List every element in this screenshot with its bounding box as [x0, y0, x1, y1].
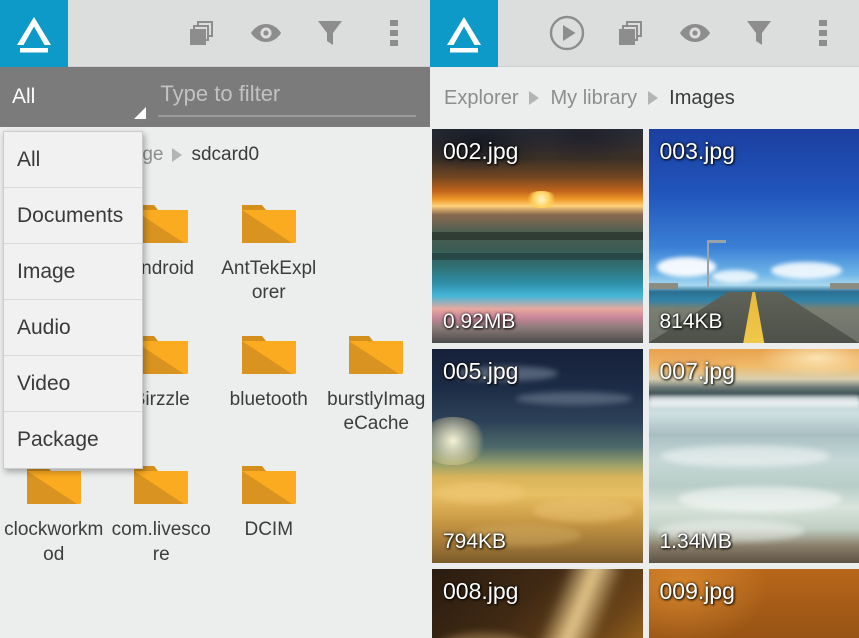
folder-item[interactable]: DCIM	[215, 460, 323, 567]
folder-icon	[241, 466, 296, 505]
thumbnail-filename: 005.jpg	[443, 358, 519, 384]
folder-label: bluetooth	[229, 388, 308, 410]
thumbnail-filesize: 814KB	[659, 310, 723, 333]
three-dots-glyph	[819, 20, 827, 46]
folder-item[interactable]	[323, 199, 431, 306]
thumbnail-filename: 003.jpg	[659, 138, 735, 164]
thumbnail-item[interactable]: 009.jpg	[648, 569, 859, 638]
eye-icon[interactable]	[663, 0, 727, 67]
folder-item[interactable]: AntTekExplorer	[215, 199, 323, 306]
dropdown-item-documents[interactable]: Documents	[4, 188, 142, 244]
thumbnail-item[interactable]: 005.jpg 794KB	[432, 349, 643, 563]
spinner-caret-icon	[134, 107, 147, 119]
dropdown-item-audio[interactable]: Audio	[4, 300, 142, 356]
dropdown-item-video[interactable]: Video	[4, 356, 142, 412]
folder-icon	[349, 335, 404, 374]
left-panel-file-browser: All Device storage sdcard0 ALBUMS	[0, 0, 430, 638]
folder-icon	[241, 335, 296, 374]
image-thumbnail-grid: 002.jpg 0.92MB 003.jpg 814KB 005.jpg 794…	[430, 129, 859, 638]
filter-icon[interactable]	[727, 0, 791, 67]
left-filter-bar: All	[0, 67, 430, 127]
funnel-glyph	[318, 21, 342, 45]
thumbnail-filename: 007.jpg	[659, 358, 735, 384]
folder-item[interactable]: clockworkmod	[0, 460, 108, 567]
spinner-selected-value: All	[12, 85, 36, 108]
chevron-right-icon	[648, 91, 659, 105]
chevron-right-icon	[172, 148, 183, 162]
eye-glyph	[251, 24, 281, 42]
action-bar-spacer	[498, 0, 535, 66]
filter-input-wrapper	[158, 77, 430, 117]
right-panel-image-library: Explorer My library Images 002.jpg 0.92M…	[430, 0, 859, 638]
thumbnail-item[interactable]: 008.jpg	[432, 569, 643, 638]
folder-item[interactable]: burstlyImageCache	[323, 330, 431, 437]
layers-icon[interactable]	[170, 0, 234, 67]
right-action-bar	[430, 0, 859, 67]
breadcrumb-item-explorer[interactable]: Explorer	[444, 87, 518, 110]
thumbnail-filesize: 794KB	[443, 530, 507, 553]
folder-item[interactable]: bluetooth	[215, 330, 323, 437]
layers-glyph	[190, 21, 213, 45]
overflow-menu-icon[interactable]	[362, 0, 426, 67]
ant-triangle-logo-icon	[17, 16, 51, 52]
layers-icon[interactable]	[599, 0, 663, 67]
folder-label: DCIM	[244, 519, 294, 541]
thumbnail-filesize: 1.34MB	[659, 530, 732, 553]
layers-glyph	[619, 21, 642, 45]
play-circle-glyph	[549, 15, 585, 51]
app-logo-button[interactable]	[0, 0, 68, 67]
dual-pane-file-manager: All Device storage sdcard0 ALBUMS	[0, 0, 859, 638]
breadcrumb-item-my-library[interactable]: My library	[550, 87, 637, 110]
thumbnail-filename: 009.jpg	[659, 578, 735, 604]
right-toolbar-icons	[535, 0, 859, 66]
breadcrumb-item-sdcard0[interactable]: sdcard0	[191, 144, 259, 166]
dropdown-item-image[interactable]: Image	[4, 244, 142, 300]
folder-label: com.livescore	[111, 519, 211, 565]
eye-glyph	[680, 24, 710, 42]
folder-item[interactable]: com.livescore	[108, 460, 216, 567]
funnel-glyph	[747, 21, 771, 45]
search-input[interactable]	[158, 77, 416, 117]
folder-label: burstlyImageCache	[327, 388, 426, 434]
thumbnail-item[interactable]: 007.jpg 1.34MB	[648, 349, 859, 563]
thumbnail-filesize: 0.92MB	[443, 310, 516, 333]
left-toolbar-icons	[170, 0, 430, 66]
overflow-menu-icon[interactable]	[791, 0, 855, 67]
breadcrumb-item-images[interactable]: Images	[669, 87, 735, 110]
chevron-right-icon	[529, 91, 540, 105]
thumbnail-item[interactable]: 002.jpg 0.92MB	[432, 129, 643, 343]
ant-triangle-logo-icon	[447, 16, 481, 52]
three-dots-glyph	[390, 20, 398, 46]
left-action-bar	[0, 0, 430, 67]
folder-label: AntTekExplorer	[221, 258, 317, 304]
folder-label: clockworkmod	[4, 519, 104, 565]
right-breadcrumb: Explorer My library Images	[430, 67, 859, 129]
thumbnail-filename: 008.jpg	[443, 578, 519, 604]
file-type-dropdown-menu: All Documents Image Audio Video Package	[3, 131, 143, 469]
filter-icon[interactable]	[298, 0, 362, 67]
folder-icon	[241, 205, 296, 243]
file-type-spinner[interactable]: All	[0, 67, 158, 127]
eye-icon[interactable]	[234, 0, 298, 67]
play-circle-icon[interactable]	[535, 0, 599, 67]
dropdown-item-package[interactable]: Package	[4, 412, 142, 468]
app-logo-button[interactable]	[430, 0, 498, 67]
dropdown-item-all[interactable]: All	[4, 132, 142, 188]
thumbnail-item[interactable]: 003.jpg 814KB	[648, 129, 859, 343]
thumbnail-filename: 002.jpg	[443, 138, 519, 164]
action-bar-spacer	[68, 0, 170, 66]
